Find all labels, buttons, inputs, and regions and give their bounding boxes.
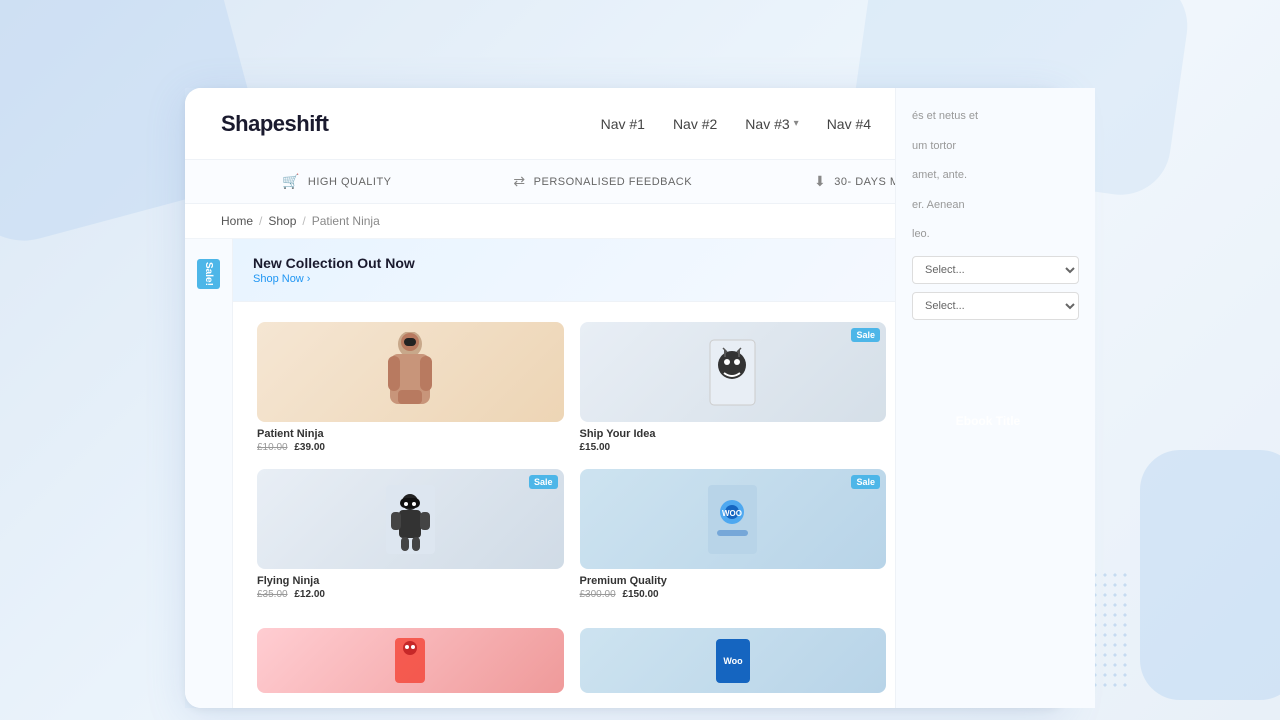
- product-old-price-1: £10.00: [257, 442, 288, 453]
- product-thumb-3: Sale: [257, 469, 564, 569]
- arrow-right-icon: ›: [307, 273, 311, 285]
- product-thumb-4: Sale WOO: [580, 469, 887, 569]
- product-thumb-2: Sale: [580, 322, 887, 422]
- chevron-down-icon: ▾: [794, 118, 799, 129]
- product-old-price-4: £300.00: [580, 589, 616, 600]
- partial-card-red[interactable]: [249, 620, 572, 701]
- flying-ninja-image: [383, 482, 438, 557]
- far-right-dropdown-2[interactable]: Select...: [912, 292, 1079, 320]
- product-new-price-2: £15.00: [580, 442, 611, 453]
- sale-badge-3: Sale: [529, 475, 558, 489]
- nav-item-3[interactable]: Nav #3 ▾: [745, 116, 798, 132]
- shop-area: New Collection Out Now Shop Now ›: [233, 239, 910, 708]
- product-new-price-1: £39.00: [294, 442, 325, 453]
- red-ninja-image: [390, 633, 430, 688]
- nav-item-4[interactable]: Nav #4: [827, 116, 871, 132]
- product-price-4: £300.00 £150.00: [580, 589, 887, 600]
- partial-thumb-red: [257, 628, 564, 693]
- feature-high-quality: 🛒 HIGH QUALITY: [282, 173, 392, 190]
- product-card-premium[interactable]: Sale WOO Premium Quality £300.00 £150.00: [572, 461, 895, 608]
- sale-badge: Sale!: [197, 259, 220, 289]
- breadcrumb-home[interactable]: Home: [221, 214, 253, 228]
- patient-ninja-image: [380, 332, 440, 417]
- partial-product-row: Woo: [249, 620, 894, 701]
- ship-idea-image: [705, 335, 760, 410]
- far-right-text4: er. Aenean: [912, 197, 1079, 215]
- partial-products: Woo: [233, 620, 910, 708]
- product-name-2: Ship Your Idea: [580, 428, 887, 440]
- premium-quality-image: WOO: [705, 482, 760, 557]
- left-sidebar: Sale!: [185, 239, 233, 708]
- far-right-text5: leo.: [912, 226, 1079, 244]
- product-price-2: £15.00: [580, 442, 887, 453]
- shop-banner: New Collection Out Now Shop Now ›: [233, 239, 910, 302]
- breadcrumb-sep-1: /: [259, 214, 262, 228]
- sale-badge-4: Sale: [851, 475, 880, 489]
- woo-image: Woo: [713, 636, 753, 686]
- product-grid: Patient Ninja £10.00 £39.00 Sale: [233, 302, 910, 620]
- nav-item-1[interactable]: Nav #1: [601, 116, 645, 132]
- product-old-price-3: £35.00: [257, 589, 288, 600]
- feature-personalised: ⇄ PERSONALISED FEEDBACK: [513, 173, 692, 190]
- ebook-card-title: Ebook Title: [956, 414, 1020, 428]
- far-right-text2: um tortor: [912, 138, 1079, 156]
- sale-badge-2: Sale: [851, 328, 880, 342]
- product-card-patient-ninja[interactable]: Patient Ninja £10.00 £39.00: [249, 314, 572, 461]
- shop-now-link[interactable]: Shop Now ›: [253, 273, 890, 285]
- cart-icon: 🛒: [282, 173, 300, 190]
- product-name-3: Flying Ninja: [257, 575, 564, 587]
- breadcrumb-sep-2: /: [302, 214, 305, 228]
- product-thumb-1: [257, 322, 564, 422]
- product-price-1: £10.00 £39.00: [257, 442, 564, 453]
- product-name-4: Premium Quality: [580, 575, 887, 587]
- arrows-icon: ⇄: [513, 173, 525, 190]
- partial-thumb-woo: Woo: [580, 628, 887, 693]
- site-logo: Shapeshift: [221, 111, 328, 137]
- nav-item-2[interactable]: Nav #2: [673, 116, 717, 132]
- partial-card-woo[interactable]: Woo: [572, 620, 895, 701]
- banner-title: New Collection Out Now: [253, 255, 890, 271]
- svg-text:Woo: Woo: [723, 656, 743, 666]
- download-icon: ⬇: [814, 173, 826, 190]
- product-price-3: £35.00 £12.00: [257, 589, 564, 600]
- product-new-price-3: £12.00: [294, 589, 325, 600]
- product-card-ship-idea[interactable]: Sale Ship Your Ide: [572, 314, 895, 461]
- breadcrumb-current: Patient Ninja: [312, 214, 380, 228]
- bg-decoration-bottomright: [1140, 450, 1280, 700]
- far-right-text3: amet, ante.: [912, 167, 1079, 185]
- product-name-1: Patient Ninja: [257, 428, 564, 440]
- breadcrumb-shop[interactable]: Shop: [268, 214, 296, 228]
- product-new-price-4: £150.00: [622, 589, 658, 600]
- far-right-content: és et netus et um tortor amet, ante. er.…: [895, 88, 1095, 708]
- far-right-text1: és et netus et: [912, 108, 1079, 126]
- far-right-dropdown-1[interactable]: Select...: [912, 256, 1079, 284]
- svg-text:WOO: WOO: [722, 509, 742, 518]
- product-card-flying-ninja[interactable]: Sale: [249, 461, 572, 608]
